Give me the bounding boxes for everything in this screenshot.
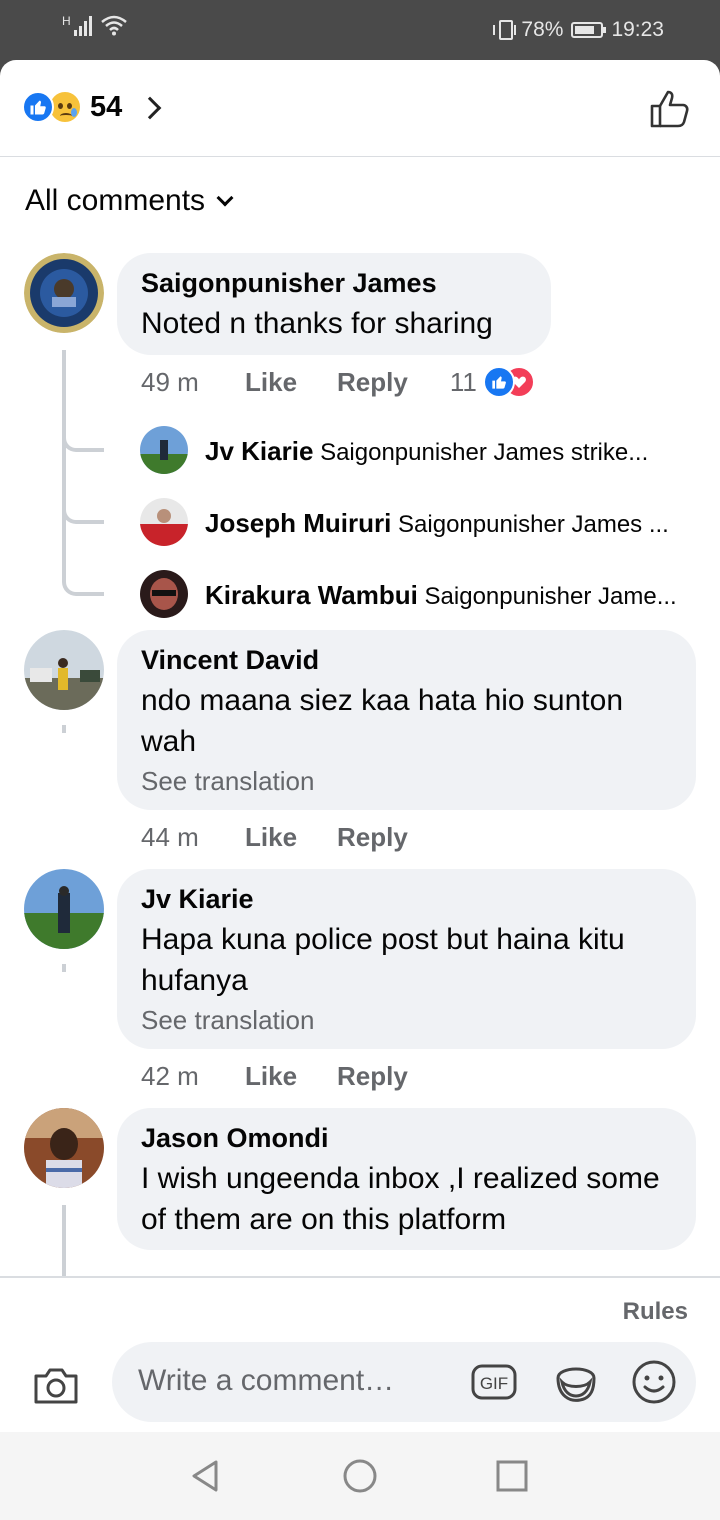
comment-bubble[interactable]: Vincent David ndo maana siez kaa hata hi… (117, 630, 696, 810)
reply-avatar[interactable] (140, 426, 188, 474)
thread-line (62, 964, 66, 972)
avatar[interactable] (24, 1108, 104, 1188)
comment-reactions[interactable]: 11 (450, 366, 535, 398)
like-reaction-icon (22, 91, 54, 123)
reply-preview[interactable]: Joseph Muiruri Saigonpunisher James ... (205, 508, 685, 539)
comment-text: I wish ungeenda inbox ,I realized some o… (141, 1162, 660, 1236)
thread-line (62, 725, 66, 733)
home-icon[interactable] (340, 1456, 380, 1496)
clock: 19:23 (611, 18, 664, 41)
avatar-image (24, 1108, 104, 1188)
comment-reaction-count: 11 (449, 366, 477, 397)
system-nav-bar (0, 1432, 720, 1520)
like-reaction-icon (482, 366, 515, 398)
reply-snippet: Saigonpunisher James ... (398, 511, 669, 538)
avatar[interactable] (24, 253, 104, 333)
comment-composer: Rules Write a comment… GIF (0, 1276, 720, 1432)
reply-preview[interactable]: Kirakura Wambui Saigonpunisher Jame... (205, 580, 685, 611)
comment-text: Noted n thanks for sharing (141, 307, 493, 340)
thread-connector (62, 572, 104, 596)
reaction-count: 54 (90, 90, 123, 123)
comment-bubble[interactable]: Saigonpunisher James Noted n thanks for … (117, 253, 551, 355)
reply-button[interactable]: Reply (337, 1061, 408, 1092)
wifi-icon (100, 15, 127, 36)
like-button[interactable]: Like (245, 1061, 337, 1092)
badge-avatar-image (24, 253, 104, 333)
reply-author: Joseph Muiruri (205, 508, 392, 538)
vibrate-icon (493, 20, 517, 40)
comment-actions: 42 m Like Reply (141, 1061, 408, 1092)
comment-text: ndo maana siez kaa hata hio sunton wah (141, 684, 624, 758)
reply-avatar[interactable] (140, 498, 188, 546)
signal-area: H (62, 14, 128, 36)
reply-button[interactable]: Reply (337, 367, 408, 398)
comment-time: 49 m (141, 366, 199, 397)
reply-avatar-image (140, 570, 188, 618)
sticker-icon[interactable] (552, 1358, 600, 1406)
sheet-header: 54 (0, 60, 720, 157)
filter-label: All comments (25, 184, 206, 217)
reply-avatar-image (140, 498, 188, 546)
thread-line (62, 350, 66, 580)
avatar[interactable] (24, 869, 104, 949)
battery-percent: 78% (521, 18, 564, 41)
back-icon[interactable] (186, 1456, 226, 1496)
chevron-down-icon (216, 189, 234, 207)
signal-icon: H (62, 14, 92, 36)
recents-icon[interactable] (492, 1456, 532, 1496)
comment-bubble[interactable]: Jason Omondi I wish ungeenda inbox ,I re… (117, 1108, 696, 1250)
comment-actions: 49 m Like Reply 11 (141, 366, 535, 398)
comment-author[interactable]: Saigonpunisher James (141, 267, 527, 299)
reply-avatar[interactable] (140, 570, 188, 618)
comment-author[interactable]: Jv Kiarie (141, 883, 672, 915)
reply-author: Jv Kiarie (205, 436, 314, 466)
reply-button[interactable]: Reply (337, 822, 408, 853)
thread-line (62, 1205, 66, 1285)
chevron-right-icon (138, 96, 162, 120)
comment-filter-dropdown[interactable]: All comments (25, 184, 234, 218)
comment-input-placeholder: Write a comment… (138, 1364, 395, 1397)
battery-icon (571, 22, 607, 38)
reply-snippet: Saigonpunisher James strike... (320, 439, 649, 466)
comment-actions: 44 m Like Reply (141, 822, 408, 853)
see-translation-link[interactable]: See translation (141, 1003, 672, 1037)
reply-preview[interactable]: Jv Kiarie Saigonpunisher James strike... (205, 436, 685, 467)
gif-label: GIF (480, 1374, 508, 1393)
comment-time: 42 m (141, 1061, 199, 1091)
see-translation-link[interactable]: See translation (141, 764, 672, 798)
reply-author: Kirakura Wambui (205, 580, 418, 610)
camera-icon[interactable] (32, 1364, 80, 1406)
thumbs-up-icon[interactable] (648, 86, 692, 130)
like-button[interactable]: Like (245, 367, 337, 398)
thread-connector (62, 500, 104, 524)
comments-sheet: 54 All comments Saigonpunisher James Not… (0, 60, 720, 1432)
comment-bubble[interactable]: Jv Kiarie Hapa kuna police post but hain… (117, 869, 696, 1049)
avatar[interactable] (24, 630, 104, 710)
like-button[interactable]: Like (245, 822, 337, 853)
reply-snippet: Saigonpunisher Jame... (424, 583, 677, 610)
comment-text: Hapa kuna police post but haina kitu huf… (141, 923, 625, 997)
rules-link[interactable]: Rules (623, 1298, 688, 1326)
emoji-icon[interactable] (630, 1358, 678, 1406)
reactions-summary[interactable]: 54 (22, 90, 162, 124)
avatar-image (24, 869, 104, 949)
status-bar: H 78% 19:23 (0, 0, 720, 60)
comment-input[interactable]: Write a comment… GIF (112, 1342, 696, 1422)
comment-author[interactable]: Jason Omondi (141, 1122, 672, 1154)
network-type: H (62, 14, 71, 28)
comment-author[interactable]: Vincent David (141, 644, 672, 676)
reply-avatar-image (140, 426, 188, 474)
comment-time: 44 m (141, 822, 199, 852)
thread-connector (62, 428, 104, 452)
gif-icon[interactable]: GIF (470, 1358, 518, 1406)
avatar-image (24, 630, 104, 710)
